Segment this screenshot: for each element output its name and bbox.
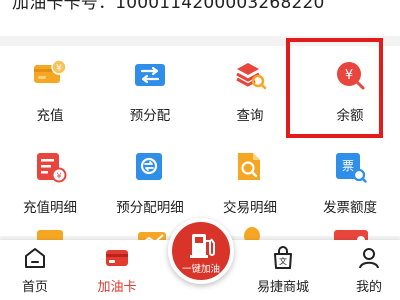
grid-item-label: 发票额度 xyxy=(323,200,377,216)
grid-item-label: 充值明细 xyxy=(23,200,77,216)
document-search-icon xyxy=(238,153,260,180)
svg-text:文: 文 xyxy=(279,256,287,266)
grid-item-recharge[interactable]: ¥ 充值 xyxy=(0,46,100,130)
tab-label: 易捷商城 xyxy=(256,280,309,295)
card-number-value: 1000114200003268220 xyxy=(115,0,325,13)
tab-mine[interactable]: 我的 xyxy=(334,240,400,300)
svg-text:¥: ¥ xyxy=(56,172,61,181)
card-number: 加油卡卡号：1000114200003268220 xyxy=(12,0,325,13)
svg-text:票: 票 xyxy=(342,159,354,173)
card-icon xyxy=(106,250,128,266)
one-click-fuel-button[interactable]: 一键加油 xyxy=(168,218,234,284)
stack-search-icon xyxy=(236,63,267,90)
grid-item-preallocate[interactable]: 预分配 xyxy=(100,46,200,130)
card-number-bar: 加油卡卡号：1000114200003268220 xyxy=(0,0,400,36)
transfer-icon xyxy=(135,64,165,86)
tab-home[interactable]: 首页 xyxy=(0,240,70,300)
grid-item-label: 预分配 xyxy=(129,108,171,124)
invoice-search-icon: 票 xyxy=(336,153,367,183)
grid-item-invoice-quota[interactable]: 票 发票额度 xyxy=(300,138,400,222)
grid-item-preallocate-details[interactable]: 预分配明细 xyxy=(100,138,200,222)
fab-label: 一键加油 xyxy=(181,264,220,275)
home-icon xyxy=(25,248,45,268)
card-yen-icon: ¥ xyxy=(34,59,67,83)
cycle-document-icon xyxy=(136,153,162,180)
fuel-pump-icon xyxy=(190,234,215,258)
grid-item-query[interactable]: 查询 xyxy=(200,46,300,130)
profile-icon xyxy=(359,248,379,269)
grid-item-label: 充值 xyxy=(36,108,64,124)
card-number-label: 加油卡卡号： xyxy=(12,0,116,13)
grid-item-label: 查询 xyxy=(236,108,264,124)
svg-text:¥: ¥ xyxy=(56,64,62,74)
tab-fuel-card[interactable]: 加油卡 xyxy=(82,240,152,300)
app-screen: 加油卡卡号：1000114200003268220 ¥ 充值 预分配 查询 ¥ … xyxy=(0,0,400,300)
shopping-bag-icon: 文 xyxy=(274,246,292,269)
tab-label: 首页 xyxy=(21,280,48,295)
grid-item-label: 交易明细 xyxy=(223,200,277,216)
list-yen-icon: ¥ xyxy=(37,153,67,183)
grid-item-label: 预分配明细 xyxy=(116,200,184,216)
tab-label: 加油卡 xyxy=(97,280,137,295)
grid-item-recharge-details[interactable]: ¥ 充值明细 xyxy=(0,138,100,222)
tab-mall[interactable]: 文 易捷商城 xyxy=(248,240,318,300)
grid-item-transaction-details[interactable]: 交易明细 xyxy=(200,138,300,222)
highlight-box xyxy=(286,38,383,138)
tab-label: 我的 xyxy=(355,280,382,295)
